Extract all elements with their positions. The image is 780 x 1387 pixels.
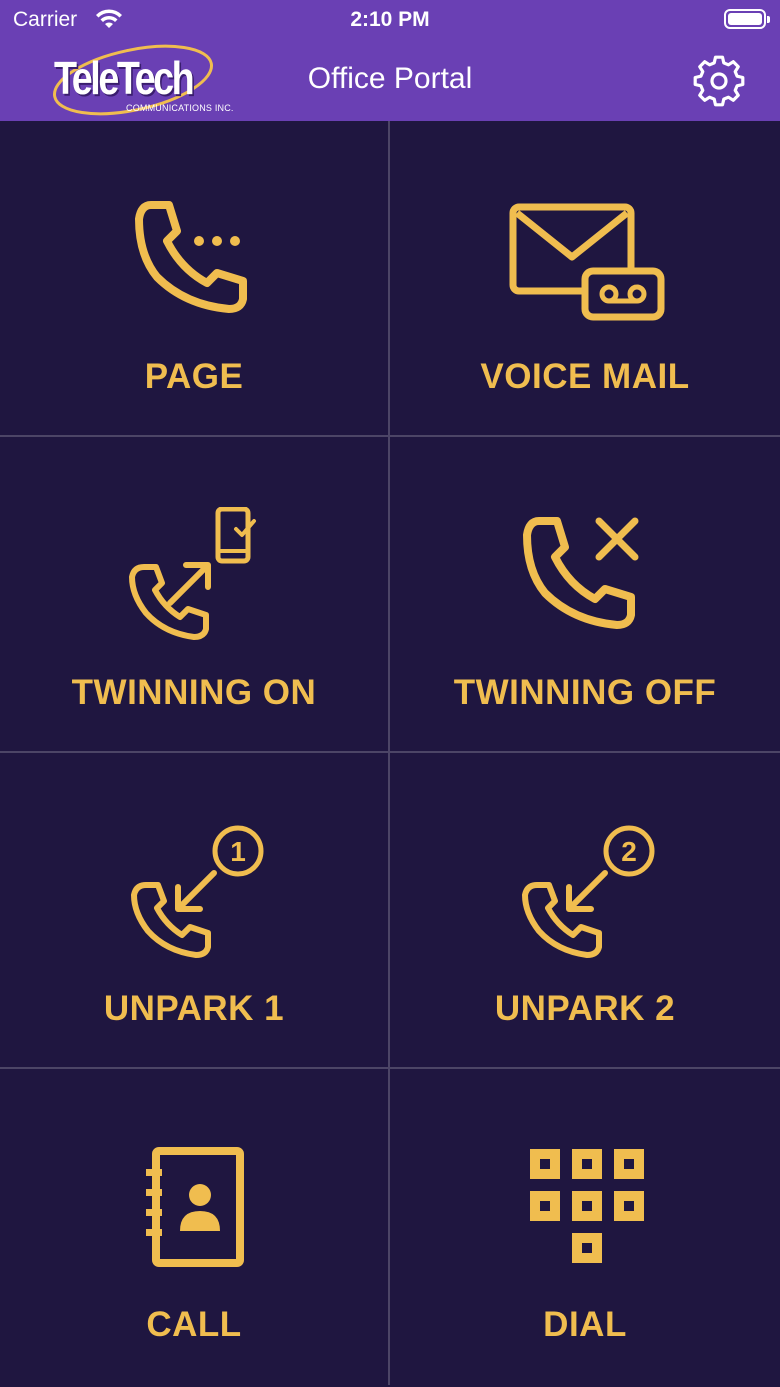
call-tile[interactable]: CALL <box>0 1069 390 1385</box>
svg-text:1: 1 <box>230 836 246 867</box>
twinning-off-label: TWINNING OFF <box>453 673 717 712</box>
svg-text:2: 2 <box>621 836 637 867</box>
call-label: CALL <box>146 1305 242 1344</box>
dialpad-icon <box>530 1149 644 1263</box>
status-bar: Carrier 2:10 PM <box>0 0 780 40</box>
page-label: PAGE <box>144 357 244 396</box>
unpark-2-tile[interactable]: 2 UNPARK 2 <box>390 753 780 1069</box>
unpark-1-label: UNPARK 1 <box>103 989 285 1028</box>
voicemail-icon <box>509 203 665 321</box>
twinning-off-tile[interactable]: TWINNING OFF <box>390 437 780 753</box>
nav-bar: TeleTech COMMUNICATIONS INC. Office Port… <box>0 40 780 121</box>
dial-label: DIAL <box>543 1305 627 1344</box>
phone-cancel-icon <box>523 517 639 629</box>
gear-icon <box>693 55 745 107</box>
voicemail-tile[interactable]: VOICE MAIL <box>390 121 780 437</box>
voicemail-label: VOICE MAIL <box>480 357 690 396</box>
page-tile[interactable]: PAGE <box>0 121 390 437</box>
contacts-book-icon <box>146 1147 244 1267</box>
settings-button[interactable] <box>692 54 746 108</box>
logo-subtitle: COMMUNICATIONS INC. <box>126 103 234 113</box>
twinning-on-label: TWINNING ON <box>71 673 317 712</box>
action-grid: PAGE VOICE MAIL TWINNING ON TWINNING OFF… <box>0 121 780 1387</box>
dial-tile[interactable]: DIAL <box>390 1069 780 1385</box>
status-time: 2:10 PM <box>350 8 430 31</box>
phone-dots-icon <box>135 201 247 313</box>
twinning-on-tile[interactable]: TWINNING ON <box>0 437 390 753</box>
page-title: Office Portal <box>307 62 473 95</box>
unpark-1-icon: 1 <box>131 825 264 958</box>
phone-twinning-on-icon <box>129 507 256 640</box>
unpark-2-label: UNPARK 2 <box>494 989 676 1028</box>
unpark-1-tile[interactable]: 1 UNPARK 1 <box>0 753 390 1069</box>
unpark-2-icon: 2 <box>522 825 655 958</box>
battery-icon <box>724 9 770 29</box>
